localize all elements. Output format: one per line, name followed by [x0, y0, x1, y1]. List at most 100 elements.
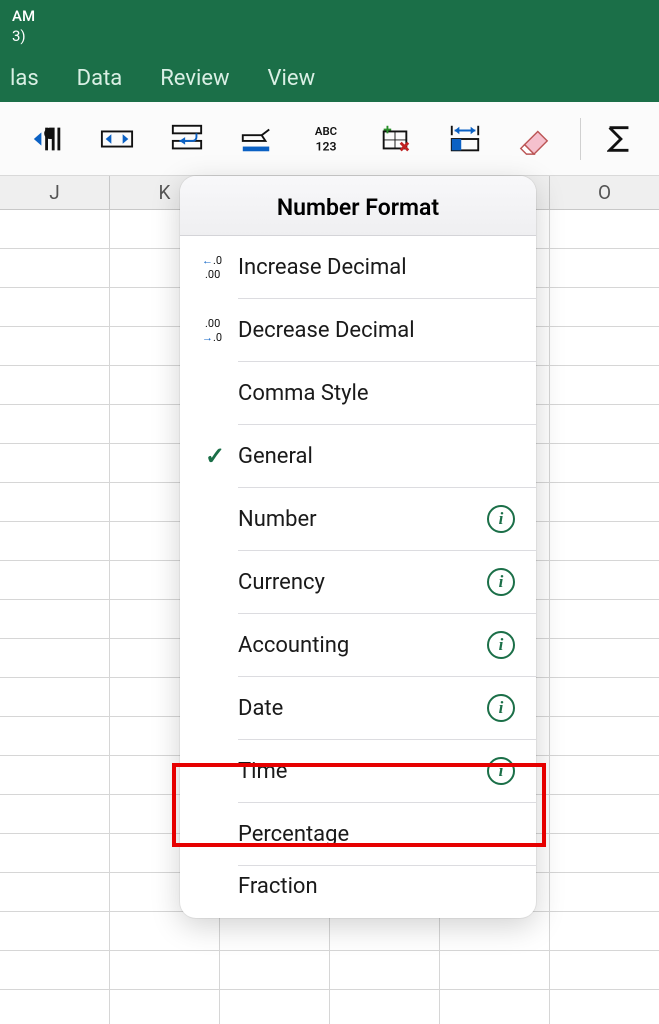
- cell[interactable]: [110, 990, 220, 1024]
- cell[interactable]: [0, 912, 110, 950]
- cell[interactable]: [0, 600, 110, 638]
- clear-button[interactable]: [515, 118, 555, 160]
- cell[interactable]: [0, 327, 110, 365]
- cell[interactable]: [550, 990, 659, 1024]
- column-header[interactable]: J: [0, 176, 110, 209]
- cell[interactable]: [550, 405, 659, 443]
- format-item-label: Time: [238, 759, 484, 784]
- cell[interactable]: [440, 951, 550, 989]
- delete-cells-button[interactable]: [376, 118, 416, 160]
- cell[interactable]: [550, 366, 659, 404]
- decrease-decimal-icon: .00→.0: [192, 315, 238, 345]
- format-item-accounting[interactable]: Accounting i: [180, 614, 536, 676]
- cell[interactable]: [550, 561, 659, 599]
- menu-data[interactable]: Data: [73, 60, 127, 97]
- format-item-label: Percentage: [238, 822, 484, 847]
- cell[interactable]: [440, 990, 550, 1024]
- cell[interactable]: [0, 756, 110, 794]
- wrap-text-button[interactable]: [167, 118, 207, 160]
- cell[interactable]: [0, 561, 110, 599]
- cell[interactable]: [0, 288, 110, 326]
- wrap-text-icon: [168, 122, 206, 156]
- cell[interactable]: [0, 990, 110, 1024]
- format-item-decrease-decimal[interactable]: .00→.0 Decrease Decimal: [180, 299, 536, 361]
- menu-view[interactable]: View: [264, 60, 320, 97]
- autofit-icon: [98, 122, 136, 156]
- cell[interactable]: [550, 795, 659, 833]
- cell[interactable]: [220, 990, 330, 1024]
- format-item-currency[interactable]: Currency i: [180, 551, 536, 613]
- format-item-label: Decrease Decimal: [238, 318, 484, 343]
- menu-review[interactable]: Review: [156, 60, 233, 97]
- cell[interactable]: [550, 912, 659, 950]
- popover-title: Number Format: [180, 176, 536, 236]
- cell[interactable]: [0, 522, 110, 560]
- cell[interactable]: [550, 327, 659, 365]
- format-item-general[interactable]: ✓ General: [180, 425, 536, 487]
- cell[interactable]: [550, 483, 659, 521]
- cell[interactable]: [0, 795, 110, 833]
- format-item-label: Currency: [238, 570, 484, 595]
- column-width-button[interactable]: [445, 118, 485, 160]
- info-icon[interactable]: i: [487, 694, 515, 722]
- cell[interactable]: [0, 444, 110, 482]
- format-item-percentage[interactable]: Percentage: [180, 803, 536, 865]
- autofit-column-button[interactable]: [98, 118, 138, 160]
- autosum-button[interactable]: [607, 118, 631, 160]
- cell[interactable]: [0, 834, 110, 872]
- title-bar: AM 3): [0, 0, 659, 54]
- cell[interactable]: [0, 483, 110, 521]
- cell[interactable]: [0, 405, 110, 443]
- cell[interactable]: [0, 639, 110, 677]
- cell[interactable]: [220, 951, 330, 989]
- fill-color-button[interactable]: [237, 118, 277, 160]
- info-icon[interactable]: i: [487, 631, 515, 659]
- format-item-date[interactable]: Date i: [180, 677, 536, 739]
- cell[interactable]: [550, 717, 659, 755]
- cell[interactable]: [330, 990, 440, 1024]
- cell[interactable]: [550, 444, 659, 482]
- column-header[interactable]: O: [550, 176, 659, 209]
- svg-text:123: 123: [315, 139, 336, 153]
- number-format-button[interactable]: ABC 123: [306, 118, 346, 160]
- cell[interactable]: [330, 951, 440, 989]
- svg-text:.0: .0: [213, 331, 222, 344]
- format-item-fraction[interactable]: Fraction: [180, 866, 536, 906]
- paragraph-icon: [29, 122, 67, 156]
- info-icon[interactable]: i: [487, 757, 515, 785]
- cell[interactable]: [550, 639, 659, 677]
- cell[interactable]: [0, 717, 110, 755]
- cell[interactable]: [550, 951, 659, 989]
- grid-row[interactable]: [0, 951, 659, 990]
- cell[interactable]: [0, 249, 110, 287]
- paragraph-marks-button[interactable]: [28, 118, 68, 160]
- format-item-increase-decimal[interactable]: ←.0.00 Increase Decimal: [180, 236, 536, 298]
- menu-formulas[interactable]: las: [6, 60, 43, 97]
- format-item-label: Fraction: [238, 874, 484, 899]
- cell[interactable]: [550, 210, 659, 248]
- info-icon[interactable]: i: [487, 568, 515, 596]
- svg-text:.00: .00: [205, 268, 220, 281]
- cell[interactable]: [550, 873, 659, 911]
- grid-row[interactable]: [0, 990, 659, 1024]
- format-item-label: General: [238, 444, 484, 469]
- cell[interactable]: [550, 600, 659, 638]
- format-item-number[interactable]: Number i: [180, 488, 536, 550]
- cell[interactable]: [550, 288, 659, 326]
- cell[interactable]: [0, 873, 110, 911]
- cell[interactable]: [0, 678, 110, 716]
- cell[interactable]: [550, 522, 659, 560]
- cell[interactable]: [550, 756, 659, 794]
- cell[interactable]: [0, 951, 110, 989]
- cell[interactable]: [110, 951, 220, 989]
- check-icon: ✓: [205, 442, 225, 470]
- info-icon[interactable]: i: [487, 505, 515, 533]
- format-item-time[interactable]: Time i: [180, 740, 536, 802]
- cell[interactable]: [0, 366, 110, 404]
- format-item-comma-style[interactable]: Comma Style: [180, 362, 536, 424]
- cell[interactable]: [550, 678, 659, 716]
- cell[interactable]: [0, 210, 110, 248]
- cell[interactable]: [550, 834, 659, 872]
- toolbar-separator: [580, 118, 581, 160]
- cell[interactable]: [550, 249, 659, 287]
